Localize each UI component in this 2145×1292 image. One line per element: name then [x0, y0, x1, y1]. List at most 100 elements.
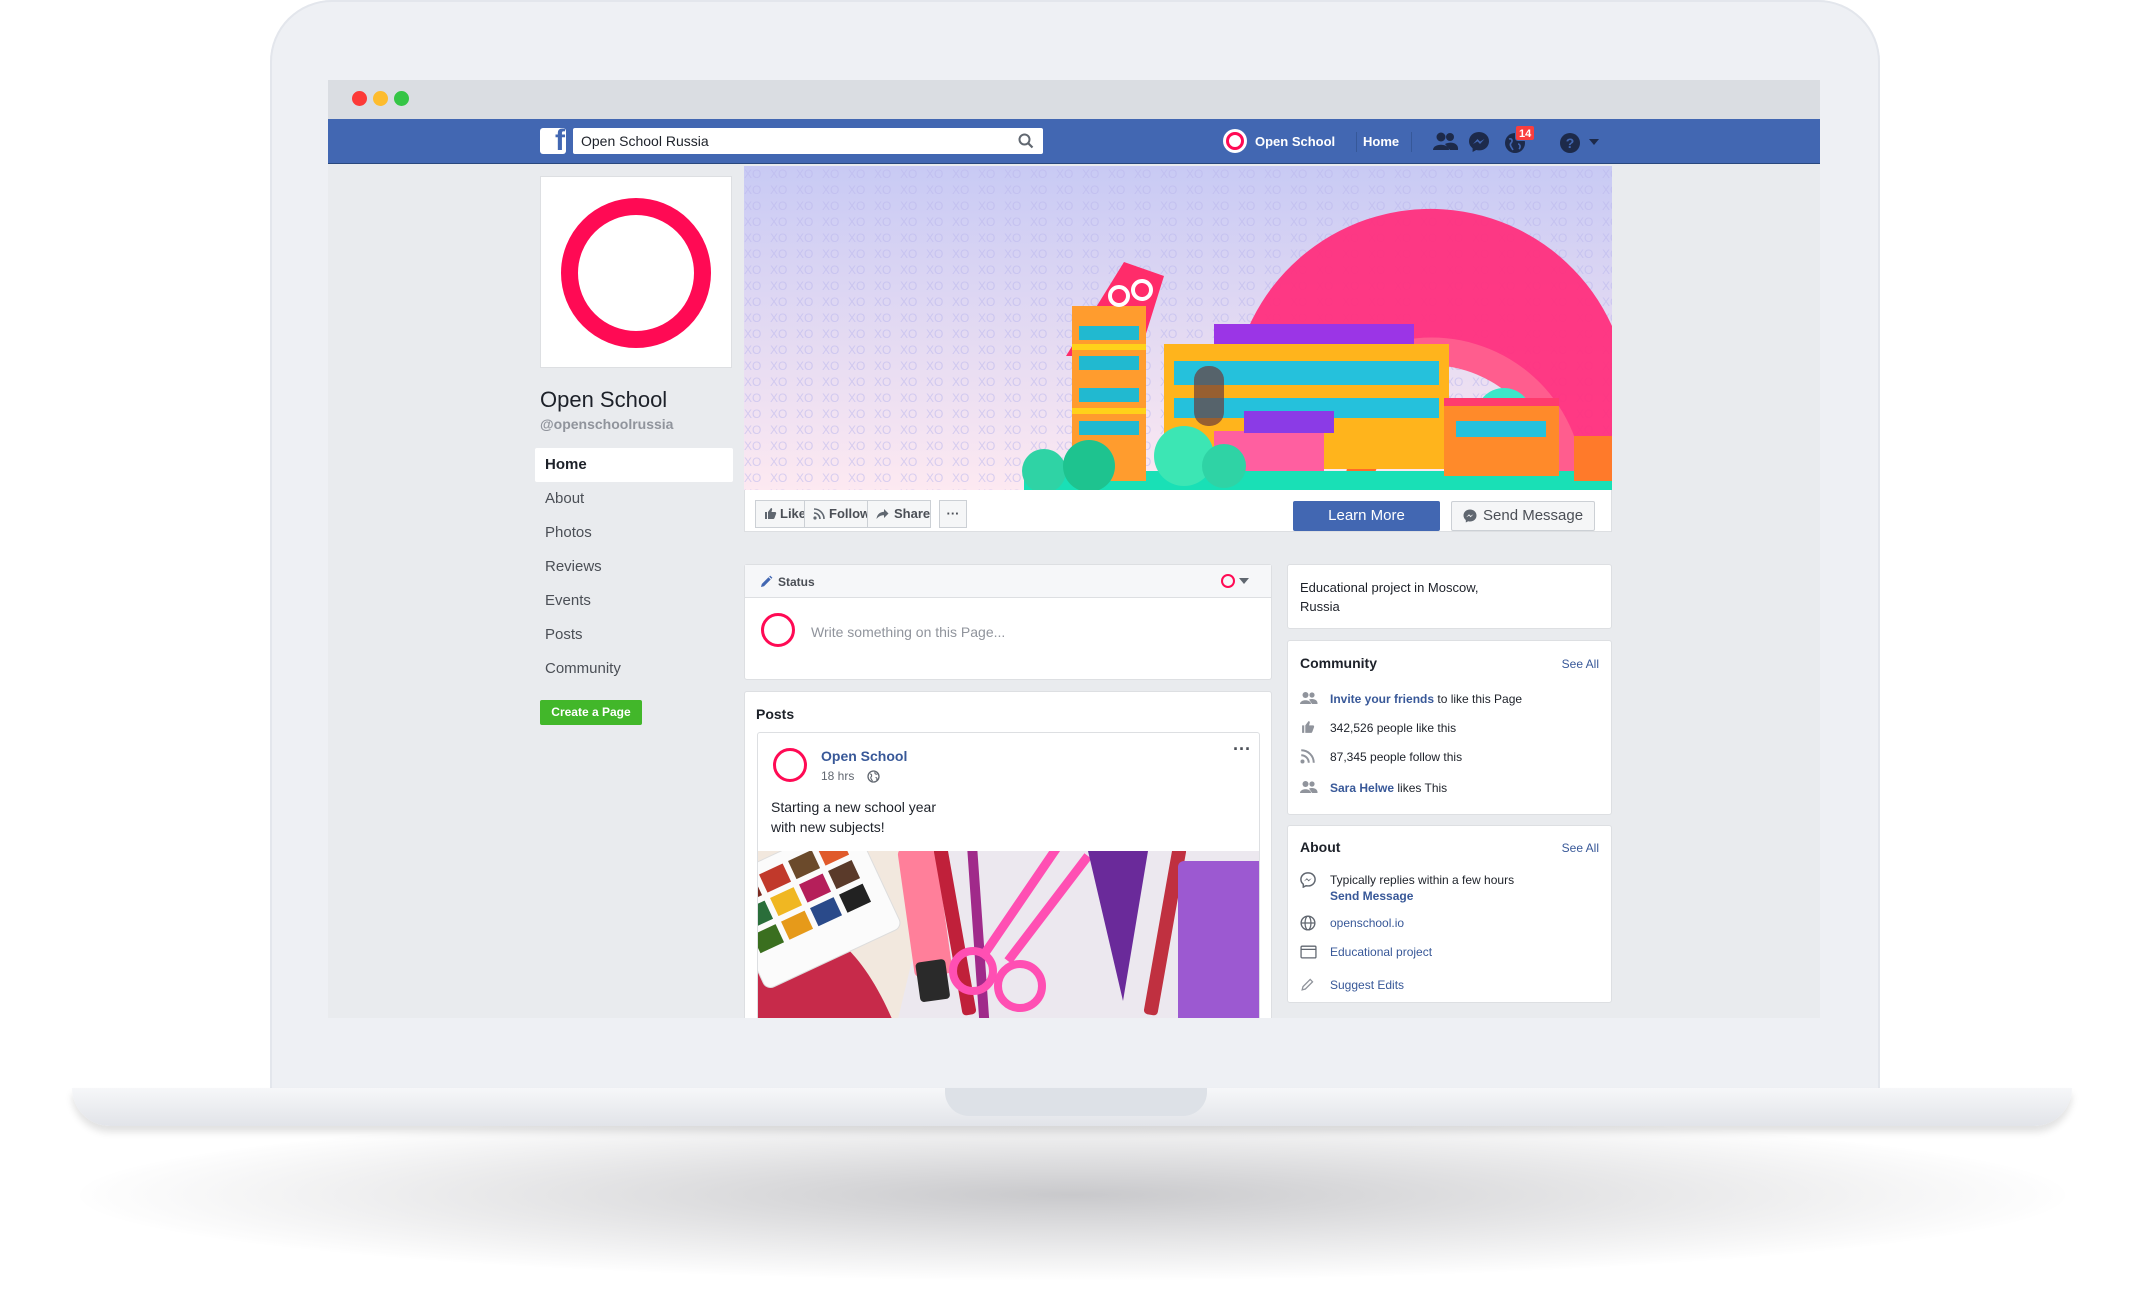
suggest-edits-link[interactable]: Suggest Edits [1330, 978, 1404, 992]
nav-item-photos[interactable]: Photos [535, 516, 733, 550]
close-window-button[interactable] [352, 91, 367, 106]
posts-heading: Posts [756, 706, 795, 722]
post-author-avatar-icon[interactable] [773, 748, 807, 782]
page-description-card: Educational project in Moscow, Russia [1287, 564, 1612, 629]
svg-text:?: ? [1566, 135, 1575, 151]
thumbs-up-icon [1302, 721, 1315, 733]
invite-friends-text: to like this Page [1434, 692, 1523, 706]
community-card: Community See All Invite your friends to… [1287, 640, 1612, 815]
stage: f Open School Russia Open School Home 14… [0, 0, 2145, 1292]
messenger-icon[interactable] [1468, 131, 1490, 153]
maximize-window-button[interactable] [394, 91, 409, 106]
notification-count-badge: 14 [1515, 125, 1536, 141]
page-title[interactable]: Open School [540, 387, 667, 413]
category-link[interactable]: Educational project [1330, 945, 1432, 959]
invite-friends-link[interactable]: Invite your friends [1330, 692, 1434, 706]
search-input-value: Open School Russia [581, 133, 709, 149]
create-page-button[interactable]: Create a Page [540, 700, 642, 725]
public-globe-icon [867, 770, 880, 783]
community-title: Community [1300, 655, 1377, 671]
more-actions-button[interactable]: ··· [939, 500, 967, 528]
rss-follow-icon [813, 508, 825, 520]
composer-card: Status Write something on this Page... [744, 564, 1272, 680]
about-card: About See All Typically replies within a… [1287, 825, 1612, 1003]
nav-item-about[interactable]: About [535, 482, 733, 516]
page-action-bar: Like Follow Share ··· Learn More Send Me… [744, 490, 1612, 532]
nav-profile-link[interactable]: Open School [1223, 119, 1351, 164]
messenger-icon [1463, 509, 1477, 523]
post-text-line-1: Starting a new school year [771, 799, 936, 815]
post-timestamp[interactable]: 18 hrs [821, 769, 854, 783]
like-label: Like [780, 506, 807, 521]
pencil-icon [1301, 978, 1314, 991]
website-row: openschool.io [1300, 915, 1600, 931]
account-menu-chevron-icon[interactable] [1588, 138, 1600, 146]
profile-avatar-icon [1223, 129, 1247, 153]
post-as-avatar-icon[interactable] [1221, 574, 1235, 588]
nav-home-link[interactable]: Home [1363, 134, 1399, 149]
page-profile-picture[interactable] [540, 176, 732, 368]
globe-icon [1300, 915, 1316, 931]
composer-avatar-icon [761, 613, 795, 647]
follows-count-text: 87,345 people follow this [1330, 750, 1463, 764]
post-as-chevron-down-icon[interactable] [1239, 578, 1249, 584]
window-titlebar [328, 80, 1820, 119]
minimize-window-button[interactable] [373, 91, 388, 106]
post-options-button[interactable]: ··· [1233, 739, 1251, 760]
cover-illustration: XO [744, 166, 1612, 490]
composer-tabs: Status [745, 565, 1271, 598]
share-label: Share [894, 506, 931, 521]
nav-item-reviews[interactable]: Reviews [535, 550, 733, 584]
page-username[interactable]: @openschoolrussia [540, 416, 673, 432]
facebook-logo-icon[interactable]: f [540, 128, 566, 154]
tab-status[interactable]: Status [778, 575, 815, 589]
browser-window: f Open School Russia Open School Home 14… [328, 80, 1820, 1018]
pencil-icon [761, 575, 773, 587]
nav-divider [1411, 132, 1412, 152]
share-button[interactable]: Share [867, 500, 931, 528]
nav-item-community[interactable]: Community [535, 652, 733, 686]
posts-section: Posts Open School 18 hrs ··· Starting a … [744, 691, 1272, 1018]
help-icon[interactable]: ? [1559, 132, 1581, 154]
friends-icon [1300, 781, 1318, 793]
search-icon[interactable] [1017, 132, 1035, 150]
likes-count-text: 342,526 people like this [1330, 721, 1457, 735]
facebook-top-bar: f Open School Russia Open School Home 14… [328, 119, 1820, 164]
about-send-message-link[interactable]: Send Message [1330, 889, 1413, 903]
learn-more-button[interactable]: Learn More [1293, 501, 1440, 531]
composer-input[interactable]: Write something on this Page... [811, 624, 1005, 640]
laptop-shadow [80, 1110, 2065, 1280]
post-card: Open School 18 hrs ··· Starting a new sc… [757, 732, 1260, 1018]
page-navigation: Home About Photos Reviews Events Posts C… [535, 448, 733, 686]
website-link[interactable]: openschool.io [1330, 916, 1404, 930]
friend-name-link[interactable]: Sara Helwe [1330, 781, 1394, 795]
follow-button[interactable]: Follow [804, 500, 871, 528]
follow-label: Follow [829, 506, 871, 521]
suggest-edits-row: Suggest Edits [1300, 977, 1600, 993]
nav-profile-label: Open School [1255, 134, 1336, 149]
nav-item-events[interactable]: Events [535, 584, 733, 618]
about-title: About [1300, 839, 1341, 855]
description-line-2: Russia [1300, 599, 1340, 614]
likes-row: 342,526 people like this [1300, 720, 1600, 736]
nav-item-home[interactable]: Home [535, 448, 733, 482]
thumbs-up-icon [765, 508, 777, 519]
notification-count: 14 [1519, 128, 1532, 140]
send-message-label: Send Message [1483, 507, 1584, 524]
more-actions-label: ··· [946, 506, 960, 521]
nav-divider [1356, 132, 1357, 152]
cover-photo[interactable]: XO [744, 166, 1612, 490]
friend-requests-icon[interactable] [1433, 131, 1459, 153]
like-button[interactable]: Like [755, 500, 807, 528]
post-author-name[interactable]: Open School [821, 748, 907, 764]
search-input[interactable]: Open School Russia [573, 128, 1043, 154]
share-arrow-icon [876, 509, 889, 519]
open-school-logo-icon [561, 198, 711, 348]
description-line-1: Educational project in Moscow, [1300, 580, 1479, 595]
send-message-button[interactable]: Send Message [1451, 501, 1595, 531]
community-see-all-link[interactable]: See All [1562, 657, 1599, 671]
about-see-all-link[interactable]: See All [1562, 841, 1599, 855]
post-photo[interactable] [758, 851, 1259, 1018]
nav-item-posts[interactable]: Posts [535, 618, 733, 652]
friend-likes-row: Sara Helwe likes This [1300, 780, 1600, 796]
